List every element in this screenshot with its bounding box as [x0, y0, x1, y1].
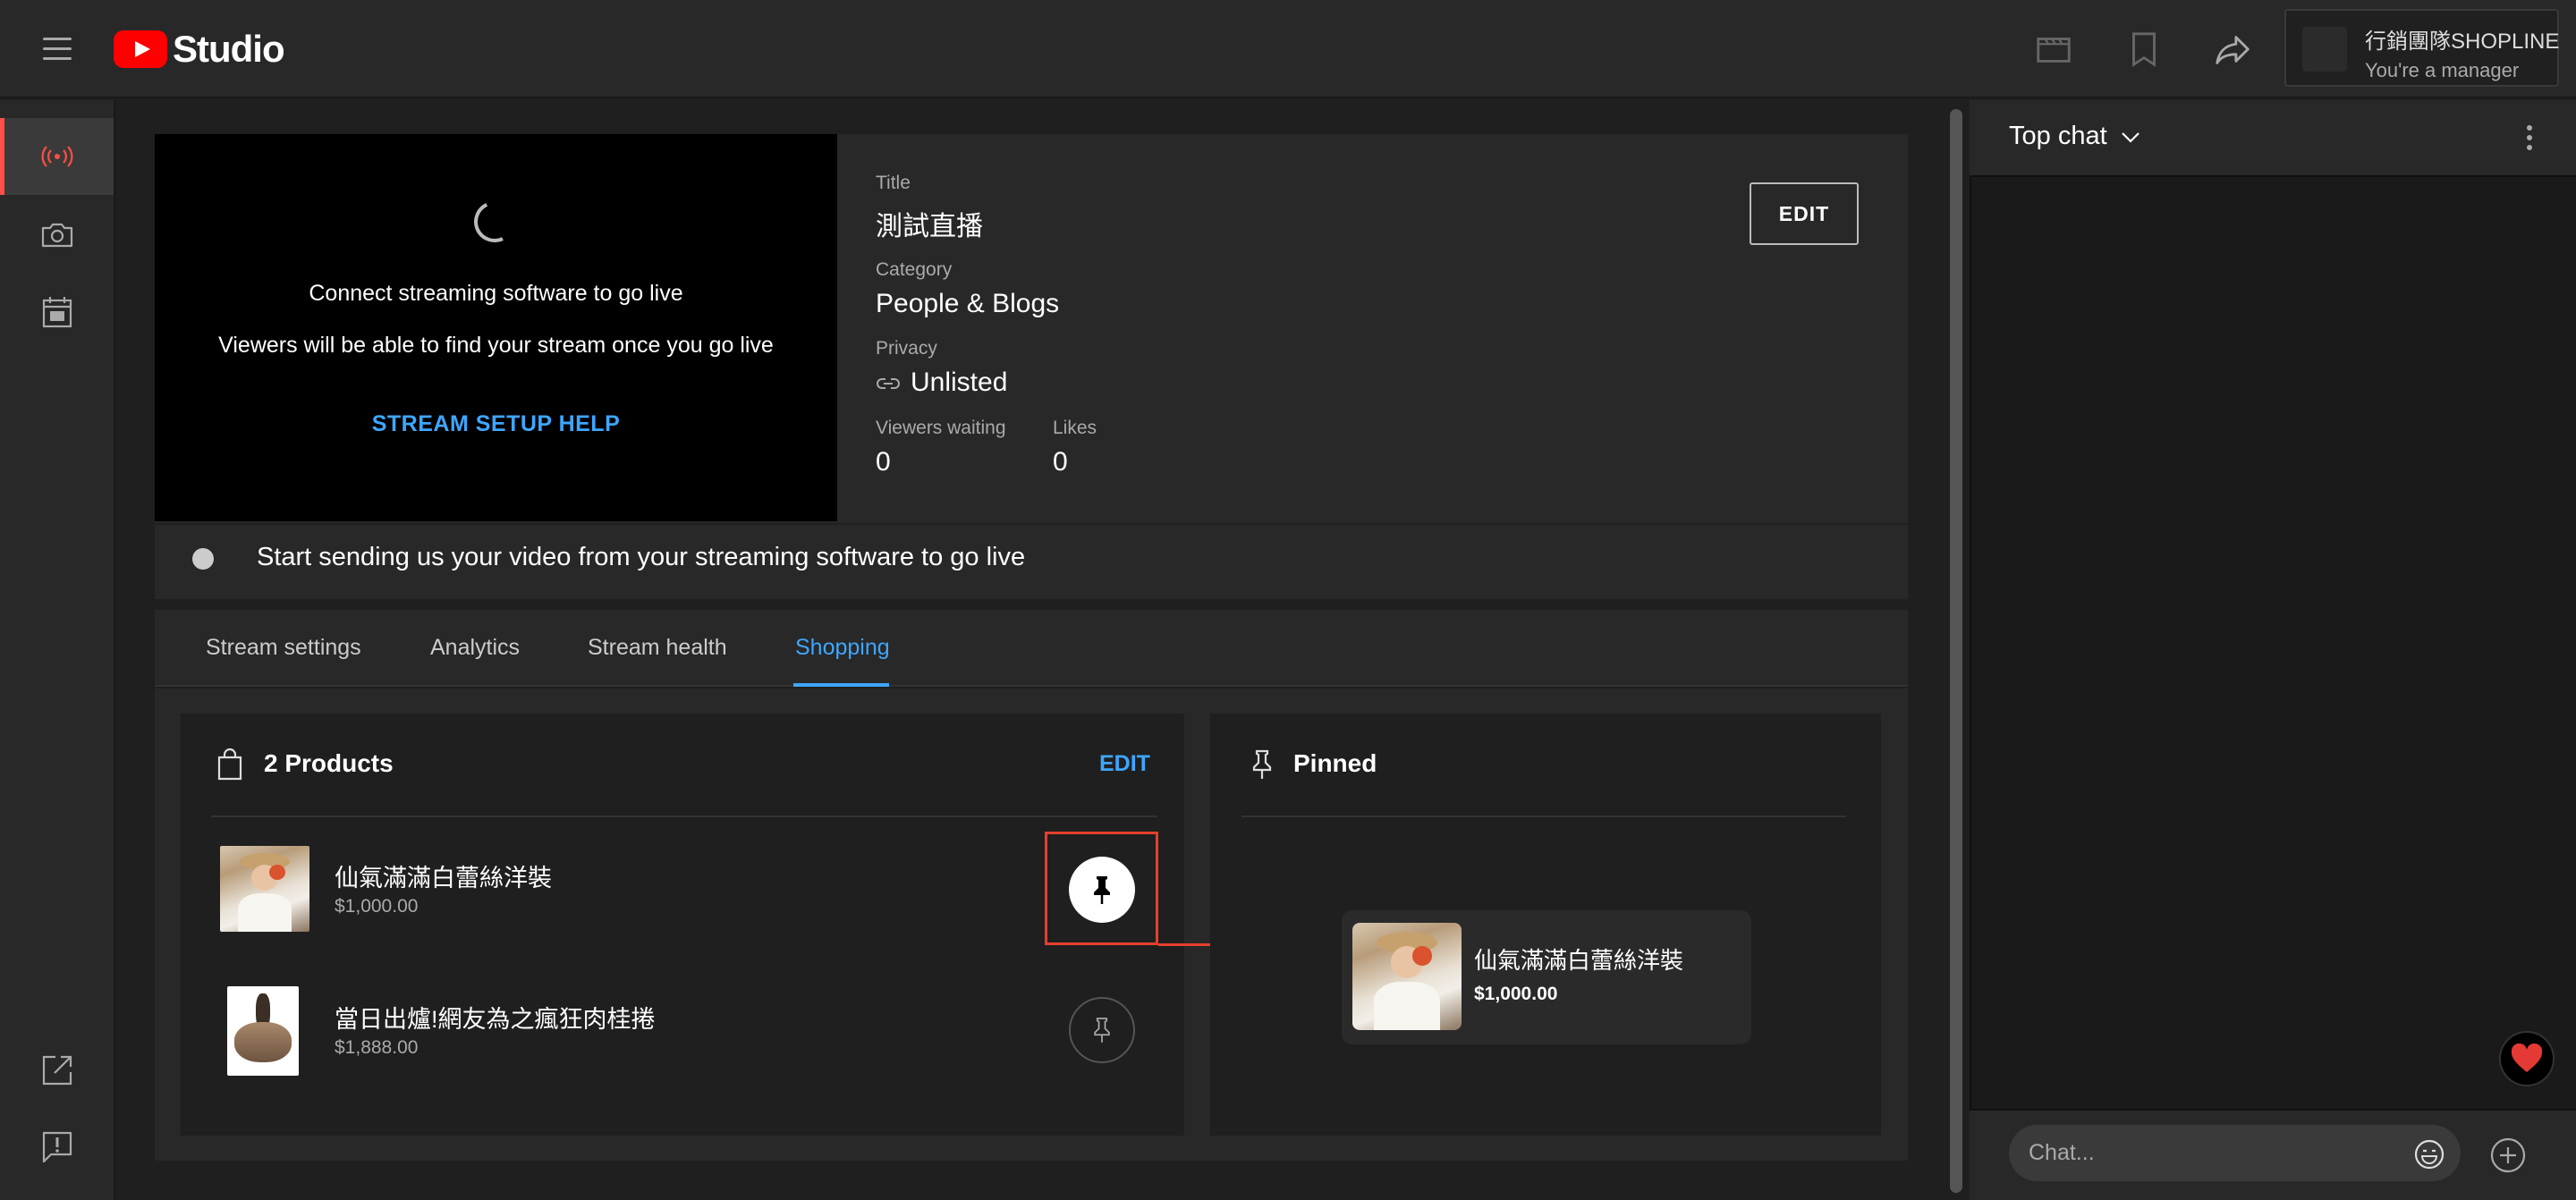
- hamburger-menu-icon[interactable]: [36, 27, 79, 70]
- products-divider: [211, 815, 1157, 817]
- clapperboard-icon[interactable]: [2033, 29, 2074, 70]
- status-message: Start sending us your video from your st…: [257, 543, 1026, 571]
- tab-bar: [155, 610, 1908, 687]
- emoji-icon[interactable]: [2413, 1138, 2445, 1170]
- tab-analytics[interactable]: Analytics: [430, 635, 520, 661]
- product-price: $1,888.00: [335, 1037, 419, 1058]
- account-name: 行銷團隊SHOPLINE: [2365, 30, 2560, 54]
- edit-products-button[interactable]: EDIT: [1099, 751, 1150, 777]
- reaction-heart-button[interactable]: [2499, 1031, 2555, 1086]
- pinned-title: Pinned: [1293, 749, 1377, 777]
- tab-stream-settings[interactable]: Stream settings: [206, 635, 361, 661]
- active-tab-indicator: [793, 683, 889, 687]
- chevron-down-icon: [2121, 132, 2140, 143]
- edit-details-button[interactable]: EDIT: [1750, 182, 1859, 245]
- youtube-play-icon: [114, 30, 167, 68]
- open-external-icon: [42, 1055, 72, 1086]
- pinned-product-thumbnail: [1352, 923, 1462, 1030]
- pinned-divider: [1241, 815, 1846, 817]
- chat-mode-dropdown[interactable]: Top chat: [2009, 122, 2141, 151]
- pin-outline-icon: [1252, 749, 1272, 779]
- pin-outline-icon: [1094, 1018, 1110, 1043]
- title-label: Title: [876, 173, 911, 193]
- shopping-bag-icon: [217, 748, 242, 781]
- chat-input[interactable]: [2009, 1125, 2461, 1181]
- channel-avatar: [2302, 27, 2347, 72]
- share-icon[interactable]: [2212, 29, 2253, 70]
- rail-manage-button[interactable]: [0, 274, 114, 351]
- left-rail: [0, 100, 115, 1200]
- viewers-message: Viewers will be able to find your stream…: [218, 333, 774, 358]
- add-icon[interactable]: [2488, 1136, 2528, 1175]
- account-role: You're a manager: [2365, 59, 2520, 81]
- feedback-icon: [42, 1131, 72, 1163]
- product-price: $1,000.00: [335, 896, 419, 917]
- product-thumbnail: [227, 986, 299, 1076]
- logo-text: Studio: [173, 28, 285, 70]
- title-value: 測試直播: [876, 212, 983, 241]
- products-count-title: 2 Products: [264, 749, 394, 777]
- loading-spinner-icon: [468, 195, 521, 249]
- top-bar: [0, 0, 2576, 98]
- calendar-icon: [42, 297, 72, 328]
- category-value: People & Blogs: [876, 289, 1060, 318]
- heart-icon: [2511, 1044, 2543, 1072]
- camera-icon: [41, 223, 72, 248]
- annotation-highlight-box: [1045, 832, 1158, 945]
- category-label: Category: [876, 259, 953, 280]
- rail-webcam-button[interactable]: [0, 197, 114, 274]
- chat-mode-label: Top chat: [2009, 122, 2107, 150]
- privacy-label: Privacy: [876, 338, 937, 359]
- product-row: 當日出爐!網友為之瘋狂肉桂捲 $1,888.00: [211, 982, 1157, 1080]
- viewers-waiting-label: Viewers waiting: [876, 418, 1006, 438]
- stream-setup-help-link[interactable]: STREAM SETUP HELP: [155, 411, 837, 437]
- link-icon: [877, 378, 900, 389]
- product-name: 仙氣滿滿白蕾絲洋裝: [335, 865, 552, 892]
- bookmark-icon[interactable]: [2123, 29, 2165, 70]
- live-broadcast-icon: [41, 146, 72, 167]
- main-scrollbar[interactable]: [1950, 109, 1962, 1193]
- chat-panel: [1970, 100, 2576, 1200]
- tab-stream-health[interactable]: Stream health: [588, 635, 727, 661]
- pinned-product-card[interactable]: 仙氣滿滿白蕾絲洋裝 $1,000.00: [1342, 910, 1751, 1044]
- connect-message: Connect streaming software to go live: [309, 281, 683, 306]
- youtube-studio-logo[interactable]: Studio: [114, 27, 285, 72]
- pinned-product-name: 仙氣滿滿白蕾絲洋裝: [1474, 947, 1684, 974]
- product-row: 仙氣滿滿白蕾絲洋裝 $1,000.00: [211, 841, 1157, 939]
- rail-feedback-button[interactable]: [0, 1109, 114, 1186]
- tab-shopping[interactable]: Shopping: [795, 635, 890, 661]
- product-name: 當日出爐!網友為之瘋狂肉桂捲: [335, 1006, 656, 1033]
- pinned-product-price: $1,000.00: [1474, 984, 1558, 1004]
- account-switcher[interactable]: 行銷團隊SHOPLINE You're a manager: [2284, 9, 2559, 87]
- likes-value: 0: [1053, 447, 1068, 477]
- likes-label: Likes: [1053, 418, 1097, 438]
- pin-product-button[interactable]: [1069, 997, 1135, 1063]
- rail-external-link-button[interactable]: [0, 1032, 114, 1109]
- stream-preview: Connect streaming software to go live Vi…: [155, 134, 837, 521]
- status-indicator: [192, 548, 214, 570]
- more-options-icon[interactable]: [2515, 120, 2544, 156]
- privacy-value: Unlisted: [911, 368, 1008, 397]
- rail-stream-button[interactable]: [0, 118, 114, 195]
- viewers-waiting-value: 0: [876, 447, 891, 477]
- product-thumbnail: [220, 846, 309, 932]
